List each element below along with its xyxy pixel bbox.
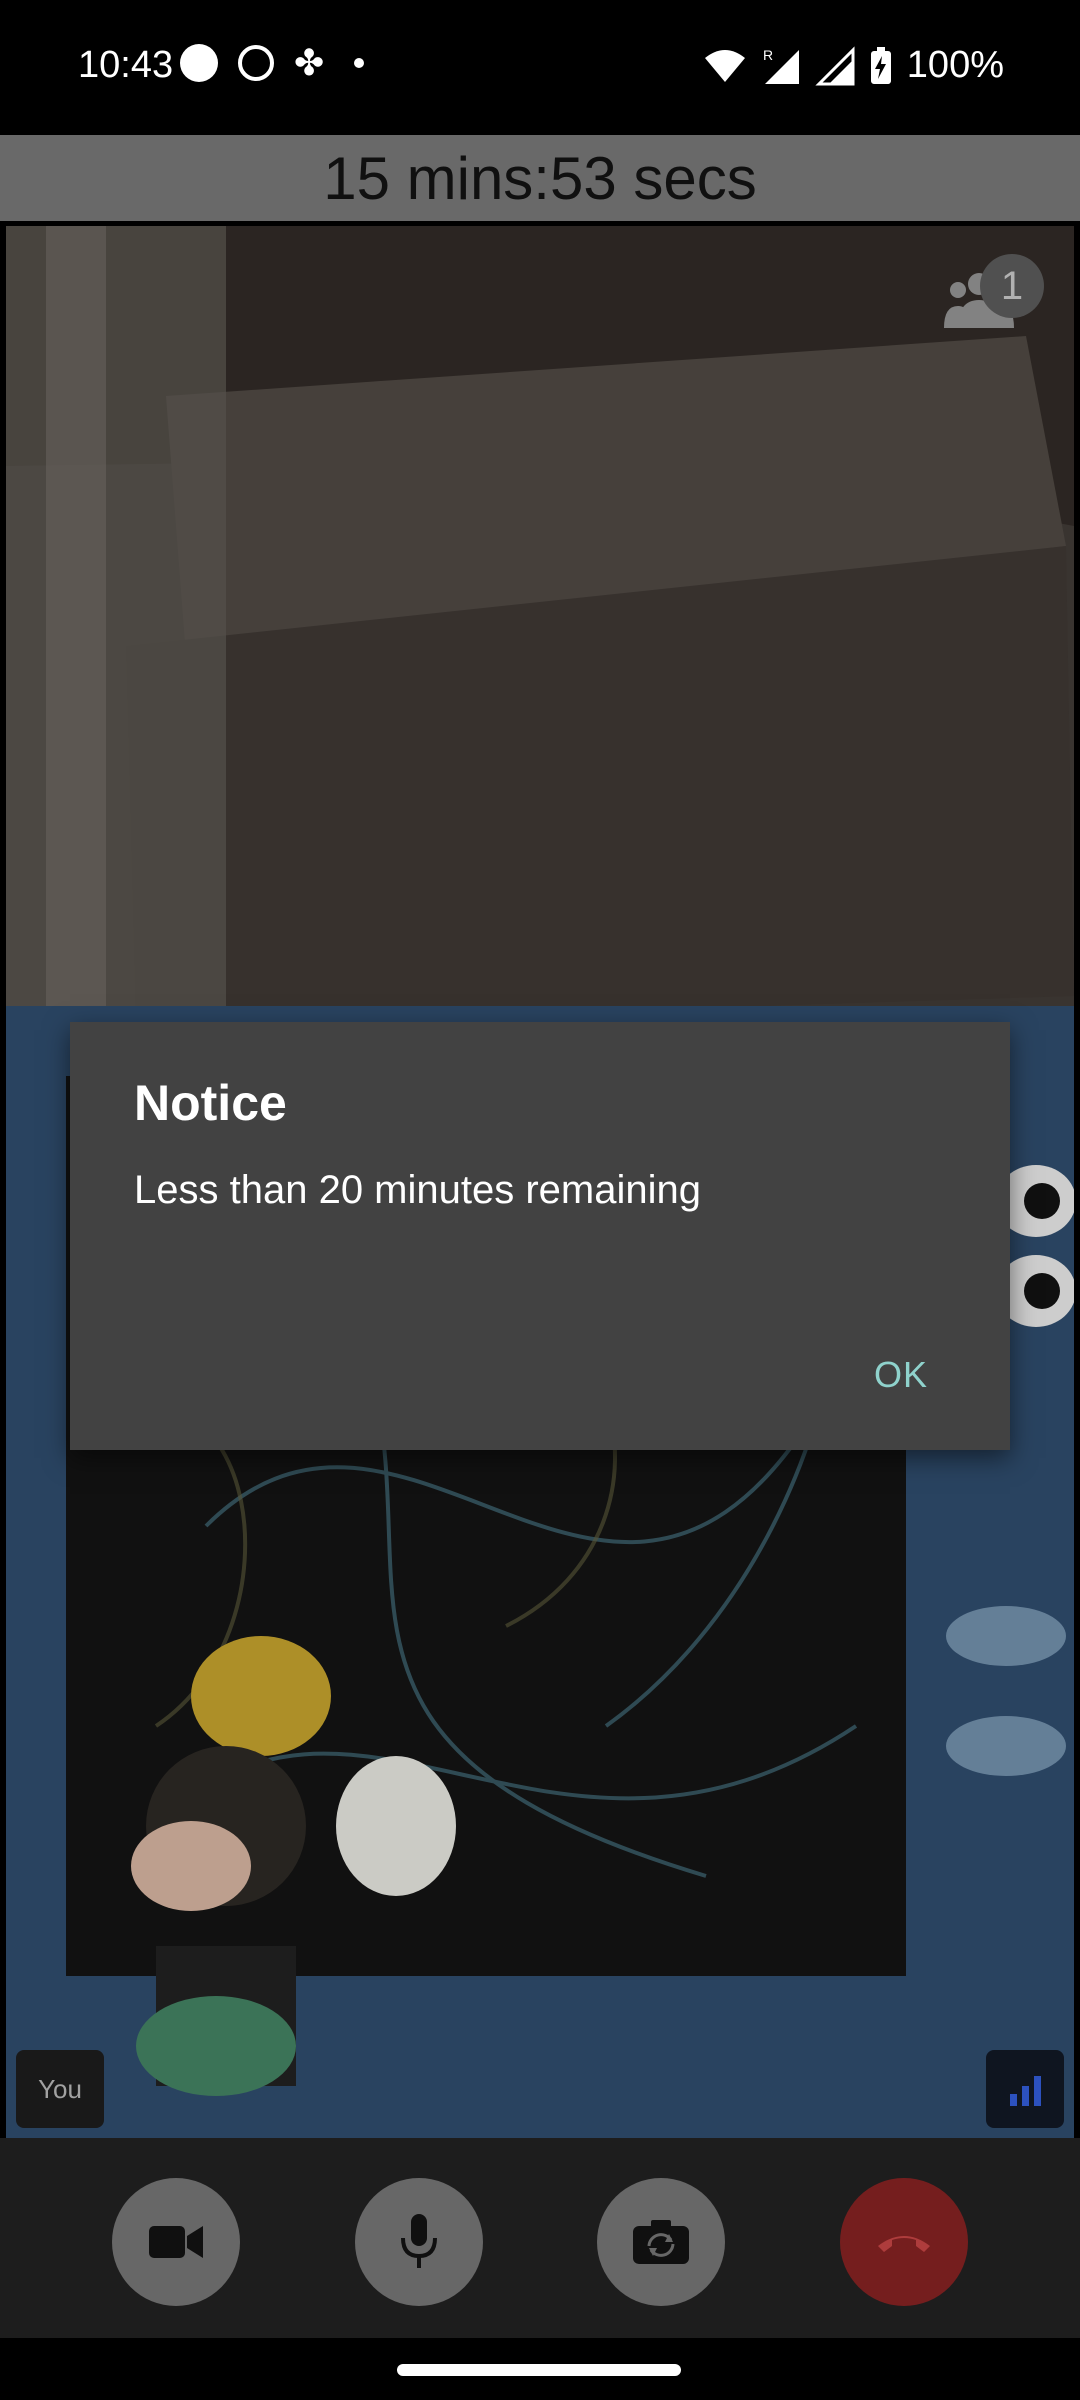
dialog-title: Notice — [134, 1075, 287, 1131]
signal-icon — [815, 45, 855, 85]
dialog-message: Less than 20 minutes remaining — [134, 1168, 701, 1212]
status-bar: 10:43 ✤ R 100% — [0, 0, 1080, 135]
notification-icons: ✤ — [180, 42, 365, 83]
signal-roaming-icon: R — [763, 47, 799, 84]
dot-icon — [354, 58, 365, 68]
system-status: R 100% — [703, 44, 1004, 87]
call-screen: 10:43 ✤ R 100% 15 mins:53 secs 1 You Not… — [0, 0, 1080, 2400]
home-gesture-handle[interactable] — [397, 2364, 681, 2376]
notice-dialog: Notice Less than 20 minutes remaining OK — [70, 1022, 1010, 1450]
battery-charging-icon — [870, 46, 891, 84]
status-time: 10:43 — [78, 44, 174, 86]
circle-icon — [180, 44, 218, 82]
wifi-icon — [704, 49, 745, 82]
svg-text:R: R — [763, 47, 773, 63]
ok-button[interactable]: OK — [854, 1344, 948, 1406]
battery-percentage: 100% — [906, 44, 1004, 86]
whatsapp-icon — [238, 45, 274, 81]
slack-icon: ✤ — [294, 42, 325, 83]
navigation-bar — [0, 2338, 1080, 2400]
